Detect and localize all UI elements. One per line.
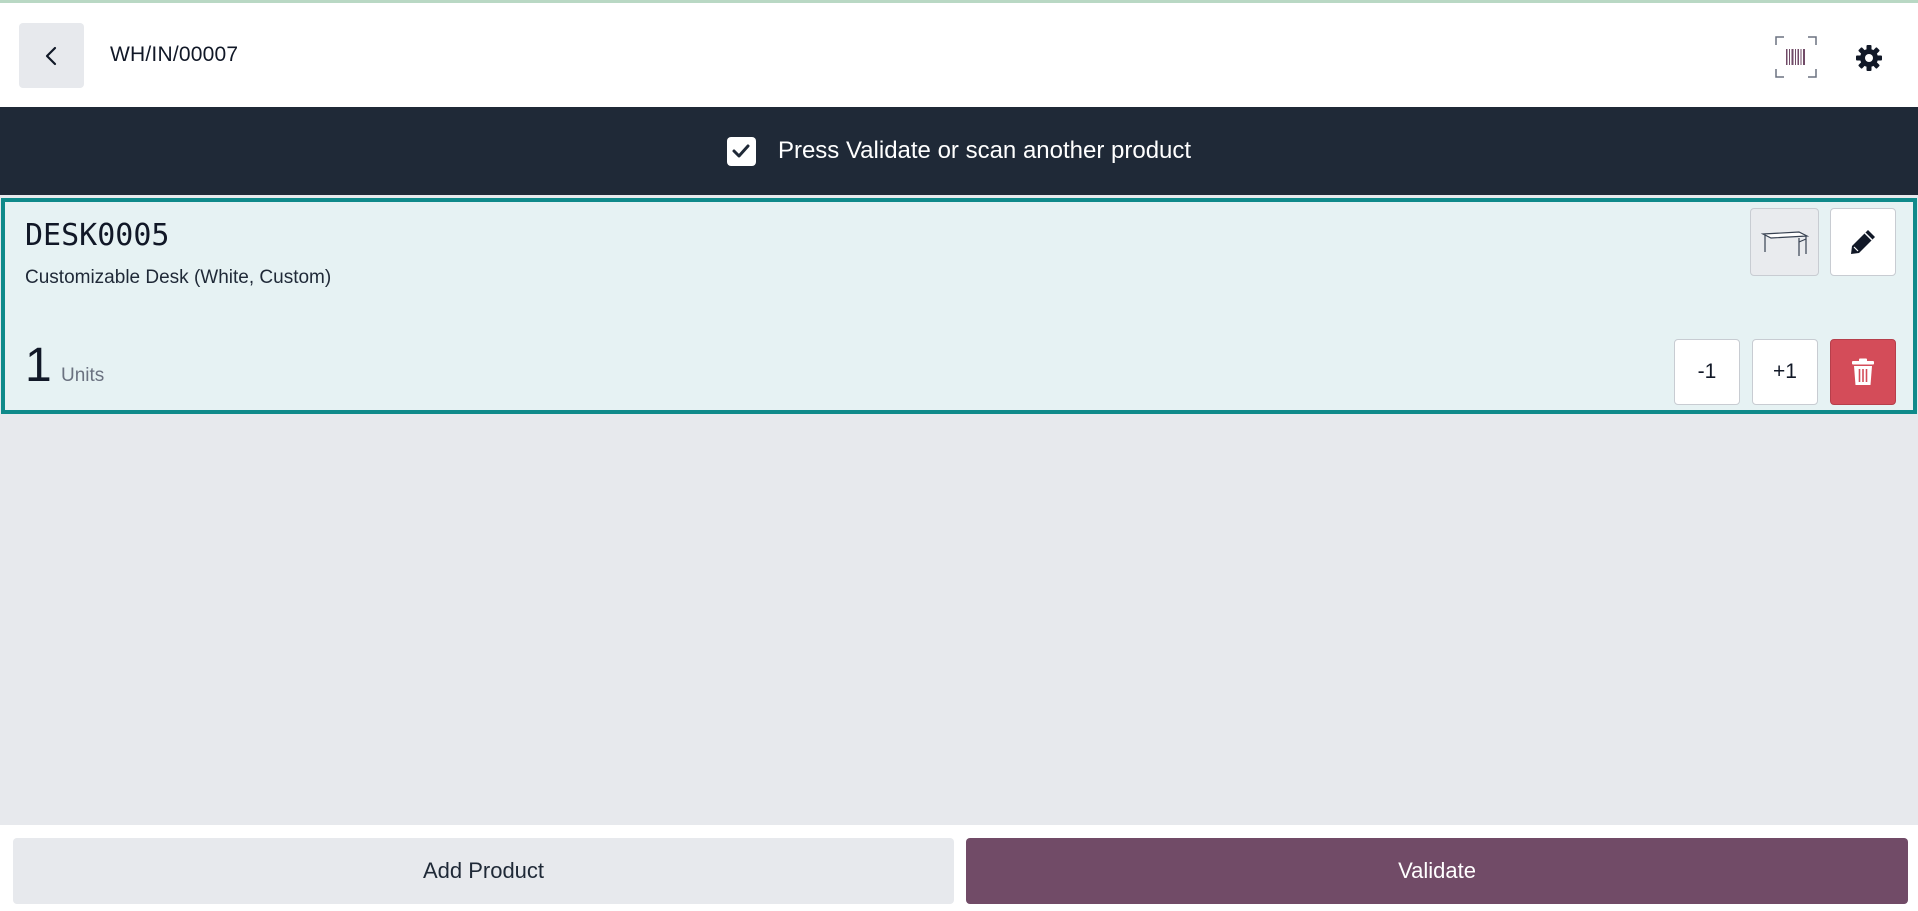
pencil-icon	[1851, 230, 1875, 254]
header-bar: WH/IN/00007	[0, 3, 1918, 107]
quantity-unit: Units	[61, 365, 105, 386]
edit-line-button[interactable]	[1830, 208, 1896, 276]
barcode-scan-button[interactable]	[1774, 35, 1818, 79]
status-banner: Press Validate or scan another product	[0, 107, 1918, 195]
back-button[interactable]	[19, 23, 84, 88]
trash-icon	[1852, 358, 1874, 385]
chevron-left-icon	[45, 46, 56, 65]
quantity-value: 1	[25, 339, 52, 392]
barcode-scan-icon	[1775, 36, 1817, 78]
product-code: DESK0005	[25, 218, 170, 253]
increment-button[interactable]: +1	[1752, 339, 1818, 405]
settings-button[interactable]	[1852, 41, 1886, 75]
add-product-button[interactable]: Add Product	[13, 838, 954, 904]
gear-icon	[1856, 45, 1882, 71]
checkbox-checked-icon	[726, 136, 756, 166]
product-name: Customizable Desk (White, Custom)	[25, 267, 332, 288]
validate-button[interactable]: Validate	[966, 838, 1908, 904]
product-image-button[interactable]	[1750, 208, 1819, 276]
decrement-button[interactable]: -1	[1674, 339, 1740, 405]
move-line-card[interactable]: DESK0005 Customizable Desk (White, Custo…	[1, 198, 1917, 414]
desk-image-icon	[1760, 231, 1809, 256]
footer-bar: Add Product Validate	[0, 825, 1918, 911]
banner-message: Press Validate or scan another product	[777, 137, 1192, 164]
page-title: WH/IN/00007	[110, 43, 239, 66]
delete-line-button[interactable]	[1830, 339, 1896, 405]
